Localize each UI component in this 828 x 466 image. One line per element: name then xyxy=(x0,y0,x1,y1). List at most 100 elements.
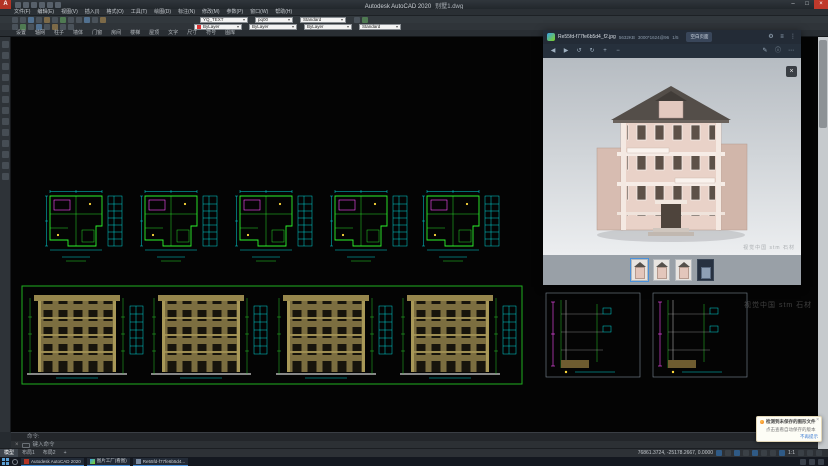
thumbnail-3[interactable] xyxy=(675,259,692,281)
elevation-1[interactable] xyxy=(27,295,143,378)
menu-edit[interactable]: 编辑(E) xyxy=(37,9,54,16)
plot-icon[interactable] xyxy=(39,2,45,8)
toolbar-new-icon[interactable] xyxy=(12,17,18,23)
snap-icon[interactable] xyxy=(725,450,731,456)
viewer-close-button[interactable]: × xyxy=(786,66,797,77)
network-icon[interactable] xyxy=(809,459,815,465)
menu-format[interactable]: 格式(O) xyxy=(106,9,123,16)
erase-icon[interactable] xyxy=(2,173,9,180)
toolbar-pan-icon[interactable] xyxy=(84,17,90,23)
menu-modify[interactable]: 修改(M) xyxy=(202,9,220,16)
zoom-in-icon[interactable]: + xyxy=(601,47,609,55)
menu-dimension[interactable]: 标注(N) xyxy=(178,9,195,16)
menu-draw[interactable]: 绘图(D) xyxy=(154,9,171,16)
save-icon[interactable] xyxy=(31,2,37,8)
arc-icon[interactable] xyxy=(2,74,9,81)
toolbar-properties-icon[interactable] xyxy=(100,17,106,23)
viewer-menu-icon[interactable]: ≡ xyxy=(778,33,786,41)
section-2[interactable] xyxy=(653,293,747,377)
plugin-menu-text[interactable]: 文字 xyxy=(168,30,178,37)
floor-plan-4[interactable] xyxy=(330,190,407,261)
toolbar-layerstate-icon[interactable] xyxy=(362,17,368,23)
elevation-2[interactable] xyxy=(151,295,267,378)
linetype-combo[interactable]: ByLayer▾ xyxy=(249,24,297,30)
toolbar-save-icon[interactable] xyxy=(28,17,34,23)
rotate-right-icon[interactable]: ↻ xyxy=(588,47,596,55)
taskbar-button-image[interactable]: Re55fd-f77fe6b5d4... xyxy=(133,458,188,466)
elevation-4[interactable] xyxy=(400,295,516,378)
plot-style-combo[interactable]: Standard▾ xyxy=(359,24,401,30)
workspace-gear-icon[interactable] xyxy=(798,450,804,456)
floor-plan-3[interactable] xyxy=(235,190,312,261)
start-menu-icon[interactable] xyxy=(2,458,9,465)
viewer-more-icon[interactable]: ⋮ xyxy=(789,33,797,41)
undo-icon[interactable] xyxy=(47,2,53,8)
toolbar-layers-icon[interactable] xyxy=(354,17,360,23)
maximize-button[interactable]: □ xyxy=(800,0,814,9)
line-icon[interactable] xyxy=(2,41,9,48)
copy-icon[interactable] xyxy=(2,140,9,147)
dim-style-combo[interactable]: pq00▾ xyxy=(255,17,293,23)
menu-parametric[interactable]: 参数(P) xyxy=(227,9,244,16)
redo-icon[interactable] xyxy=(55,2,61,8)
elevation-3[interactable] xyxy=(276,295,392,378)
table-style-combo[interactable]: Standard▾ xyxy=(300,17,346,23)
osnap-icon[interactable] xyxy=(752,450,758,456)
dynamic-input-icon[interactable] xyxy=(770,450,776,456)
image-preview[interactable]: 视觉中国 stm 石材 xyxy=(543,58,801,255)
dimension-icon[interactable] xyxy=(2,118,9,125)
rectangle-icon[interactable] xyxy=(2,85,9,92)
menu-help[interactable]: 帮助(H) xyxy=(275,9,292,16)
toolbar-copy-icon[interactable] xyxy=(44,17,50,23)
plugin-menu-room[interactable]: 房间 xyxy=(111,30,121,37)
toolbar-plot-icon[interactable] xyxy=(36,17,42,23)
isolate-objects-icon[interactable] xyxy=(807,450,813,456)
menu-insert[interactable]: 插入(I) xyxy=(85,9,100,16)
autocad-logo-icon[interactable]: A xyxy=(0,0,11,9)
plugin-menu-library[interactable]: 图库 xyxy=(225,30,235,37)
menu-view[interactable]: 视图(V) xyxy=(61,9,78,16)
floor-plan-5[interactable] xyxy=(422,190,499,261)
viewer-titlebar[interactable]: Re55fd-f77fe6b5d4_f2.jpg 5632KB 3000*162… xyxy=(543,30,801,44)
plugin-menu-stair[interactable]: 楼梯 xyxy=(130,30,140,37)
close-button[interactable]: × xyxy=(814,0,828,9)
edit-image-icon[interactable]: ✎ xyxy=(761,47,769,55)
lineweight-combo[interactable]: ByLayer▾ xyxy=(304,24,352,30)
toolbar-zoom-icon[interactable] xyxy=(92,17,98,23)
polar-icon[interactable] xyxy=(743,450,749,456)
text-icon[interactable] xyxy=(2,107,9,114)
plugin-menu-wall[interactable]: 墙体 xyxy=(73,30,83,37)
plugin-menu-door[interactable]: 门窗 xyxy=(92,30,102,37)
trim-icon[interactable] xyxy=(2,162,9,169)
menu-file[interactable]: 文件(F) xyxy=(14,9,30,16)
rotate-left-icon[interactable]: ↺ xyxy=(575,47,583,55)
lineweight-display-icon[interactable] xyxy=(779,450,785,456)
ortho-icon[interactable] xyxy=(734,450,740,456)
new-file-icon[interactable] xyxy=(15,2,21,8)
viewer-settings-icon[interactable]: ⚙ xyxy=(767,33,775,41)
fullscreen-toggle-icon[interactable] xyxy=(816,450,822,456)
scrollbar-thumb[interactable] xyxy=(819,40,827,128)
menu-window[interactable]: 窗口(W) xyxy=(250,9,268,16)
volume-icon[interactable] xyxy=(818,459,824,465)
thumbnail-2[interactable] xyxy=(653,259,670,281)
thumbnail-4[interactable] xyxy=(697,259,714,281)
hatch-icon[interactable] xyxy=(2,96,9,103)
plugin-menu-dim[interactable]: 尺寸 xyxy=(187,30,197,37)
thumbnail-1[interactable] xyxy=(631,259,648,281)
polyline-icon[interactable] xyxy=(2,52,9,59)
floor-plan-2[interactable] xyxy=(140,190,217,261)
grid-icon[interactable] xyxy=(716,450,722,456)
menu-tools[interactable]: 工具(T) xyxy=(131,9,147,16)
vertical-scrollbar[interactable] xyxy=(818,37,828,449)
viewer-overflow-icon[interactable]: ⋯ xyxy=(787,47,795,55)
toolbar-undo-icon[interactable] xyxy=(68,17,74,23)
prev-image-icon[interactable]: ◀ xyxy=(549,47,557,55)
layer-lock-icon[interactable] xyxy=(28,24,34,30)
minimize-button[interactable]: – xyxy=(786,0,800,9)
section-1[interactable] xyxy=(546,293,640,377)
plugin-menu-grid[interactable]: 轴网 xyxy=(35,30,45,37)
popup-link[interactable]: 不再提示 xyxy=(760,434,818,440)
annotation-scale[interactable]: 1:1 xyxy=(788,450,795,456)
viewer-blank-tab[interactable]: 空白页面 xyxy=(686,32,712,42)
